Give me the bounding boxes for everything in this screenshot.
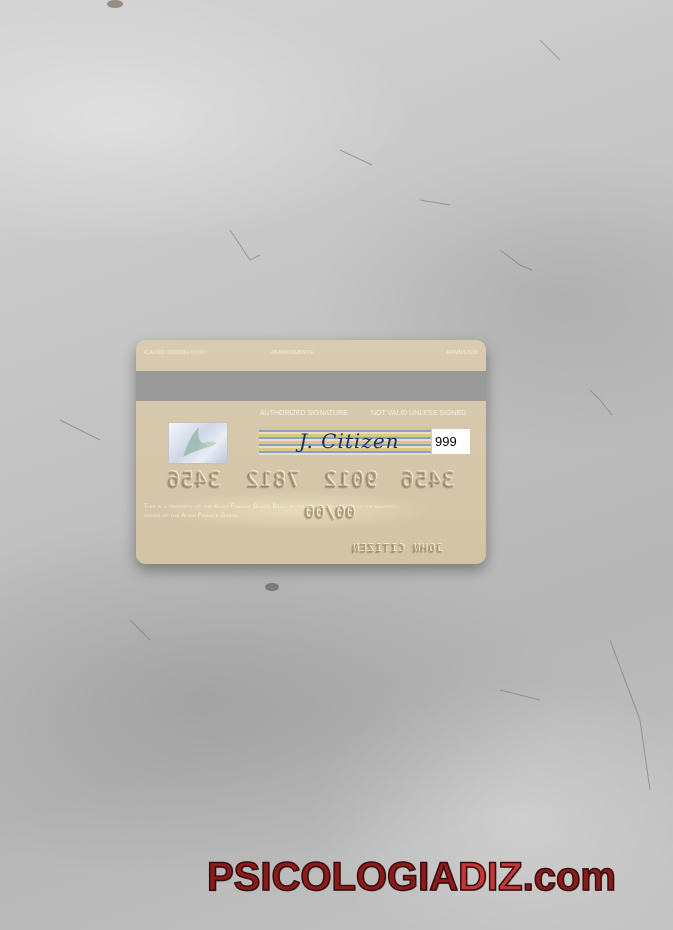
authorized-signature-label: AUTHORIZED SIGNATURE <box>260 410 348 417</box>
not-valid-label: NOT VALID UNLESS SIGNED <box>371 410 467 417</box>
card-number-group-1: 3456 <box>400 468 455 492</box>
card-number-group-2: 9012 <box>323 468 378 492</box>
cvv-box: 999 <box>432 429 470 454</box>
cardholder-name: JOHN CITIZEN <box>351 542 443 555</box>
card-top-codes: ICA0000 000000H 00:00 #BANKWEBSITE RPMWC… <box>144 350 478 360</box>
site-watermark: PSICOLOGIADIZ.com <box>206 854 617 900</box>
magnetic-stripe <box>136 371 486 401</box>
card-code-right: RPMWCN00 <box>446 350 478 356</box>
cvv-code: 999 <box>435 434 457 449</box>
card-number-group-3: 7812 <box>245 468 300 492</box>
signature-panel: J. Citizen <box>259 427 431 455</box>
watermark-part-3: .com <box>522 854 617 900</box>
card-disclaimer: This is a property of the Alios Finance … <box>144 504 397 519</box>
card-code-left: ICA0000 000000H 00:00 <box>144 350 205 356</box>
bank-website: #BANKWEBSITE <box>271 350 314 356</box>
watermark-part-1: PSICOLOGIA <box>206 854 459 900</box>
signature-text: J. Citizen <box>299 429 400 453</box>
watermark-part-2: DIZ <box>457 854 523 900</box>
card-number-group-4: 3456 <box>166 468 221 492</box>
hologram-dove-icon <box>168 422 228 464</box>
credit-card-back: ICA0000 000000H 00:00 #BANKWEBSITE RPMWC… <box>136 340 486 564</box>
